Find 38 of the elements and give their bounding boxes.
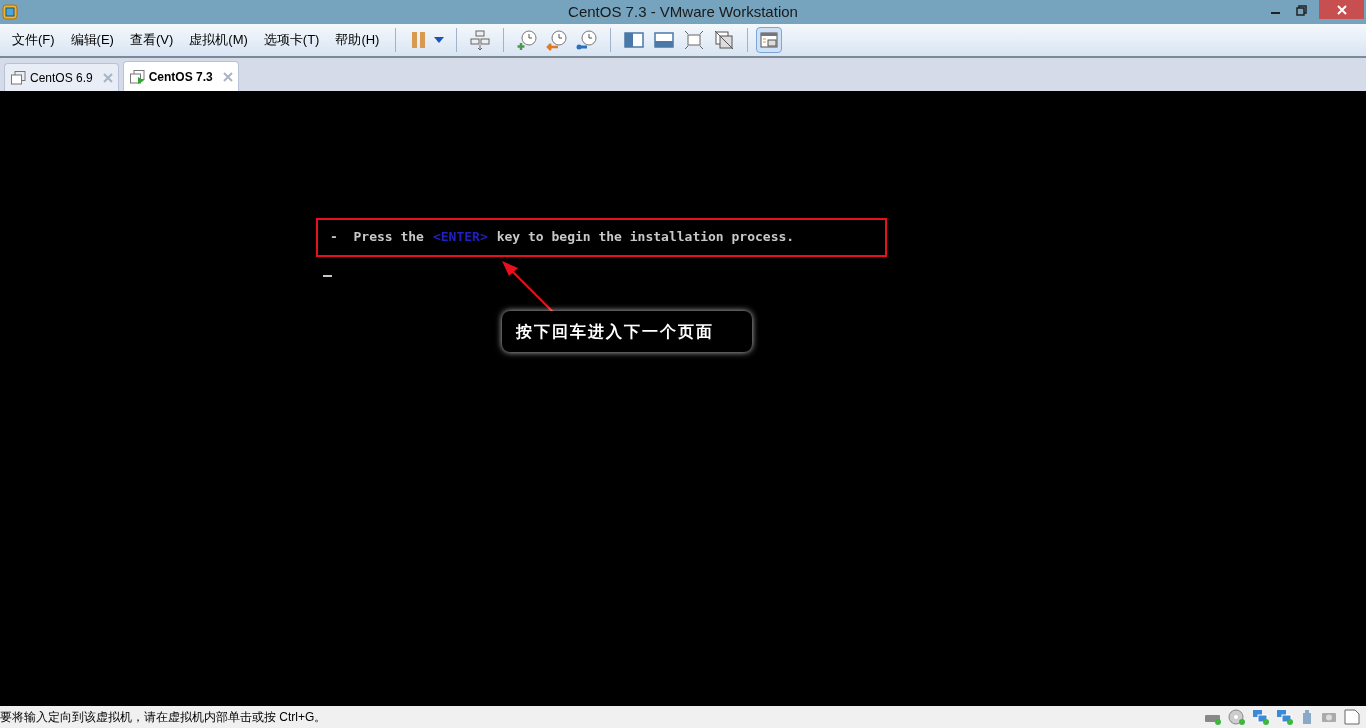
- message-icon[interactable]: [1344, 709, 1360, 725]
- close-button[interactable]: [1319, 0, 1364, 19]
- dropdown-caret-icon[interactable]: [434, 37, 445, 43]
- menu-item[interactable]: 文件(F): [4, 30, 63, 50]
- network-nodes-icon[interactable]: [469, 29, 492, 51]
- status-message: 要将输入定向到该虚拟机，请在虚拟机内部单击或按 Ctrl+G。: [0, 709, 327, 726]
- console-key-text: <ENTER>: [432, 228, 488, 246]
- unity-off-icon[interactable]: [713, 29, 736, 51]
- console-view-button[interactable]: [756, 27, 783, 53]
- sidebar-layout-icon[interactable]: [623, 29, 646, 51]
- cursor-icon: [323, 275, 332, 277]
- menu-item[interactable]: 虚拟机(M): [181, 30, 256, 50]
- running-vm-icon: [128, 68, 145, 85]
- usb-icon[interactable]: [1300, 709, 1314, 725]
- menu-item[interactable]: 帮助(H): [327, 30, 388, 50]
- clock-arrow-icon[interactable]: [546, 29, 569, 51]
- network-icon[interactable]: [1252, 709, 1270, 725]
- close-icon[interactable]: [222, 71, 233, 82]
- close-icon[interactable]: [102, 72, 113, 83]
- console-text: - Press the: [330, 228, 424, 246]
- clock-wrench-icon[interactable]: [576, 29, 599, 51]
- vm-tab[interactable]: CentOS 7.3: [122, 61, 239, 91]
- vm-tab[interactable]: CentOS 6.9: [4, 63, 119, 91]
- console-text: key to begin the installation process.: [496, 228, 795, 246]
- app-logo-icon: [2, 4, 18, 20]
- vm-icon: [10, 69, 26, 86]
- menu-item[interactable]: 查看(V): [121, 30, 182, 50]
- window-title: CentOS 7.3 - VMware Workstation: [568, 1, 798, 22]
- menu-item[interactable]: 编辑(E): [62, 30, 122, 50]
- bottom-panel-icon[interactable]: [653, 29, 676, 51]
- window-view-icon: [760, 32, 779, 48]
- menu-item[interactable]: 选项卡(T): [255, 30, 328, 50]
- network-icon[interactable]: [1276, 709, 1294, 725]
- clock-plus-icon[interactable]: [516, 29, 539, 51]
- disc-icon[interactable]: [1228, 709, 1246, 725]
- annotation-text: 按下回车进入下一个页面: [516, 320, 714, 343]
- close-icon: [1336, 4, 1347, 15]
- fullscreen-icon[interactable]: [683, 29, 706, 51]
